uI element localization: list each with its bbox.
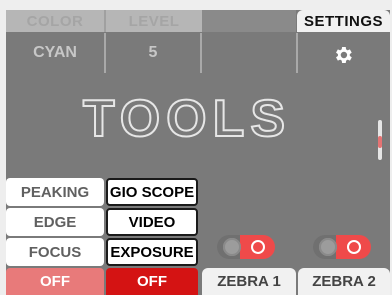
settings-header[interactable]: SETTINGS [297, 10, 390, 32]
scrollbar[interactable] [378, 120, 382, 160]
video-button[interactable]: VIDEO [106, 208, 198, 236]
zebra1-toggle[interactable] [217, 235, 275, 259]
edge-button[interactable]: EDGE [6, 208, 104, 236]
focus-state-button[interactable]: OFF [6, 268, 104, 295]
peaking-button[interactable]: PEAKING [6, 178, 104, 206]
toggle-on-indicator-icon [251, 240, 265, 254]
blank-header [202, 10, 296, 32]
gio-scope-button[interactable]: GIO SCOPE [106, 178, 198, 206]
toggle-on-indicator-icon [347, 240, 361, 254]
toggle-knob[interactable] [223, 238, 241, 256]
exposure-button[interactable]: EXPOSURE [106, 238, 198, 266]
tools-title-wrap: TOOLS [70, 89, 305, 149]
tools-title: TOOLS [83, 90, 291, 146]
scrollbar-thumb[interactable] [378, 136, 382, 148]
color-value[interactable]: CYAN [6, 33, 104, 73]
tools-screen: COLOR LEVEL SETTINGS CYAN 5 TOOLS PEAKIN… [0, 0, 392, 295]
level-header: LEVEL [104, 10, 202, 32]
zebra2-toggle[interactable] [313, 235, 371, 259]
exposure-state-button[interactable]: OFF [106, 268, 198, 295]
color-header: COLOR [6, 10, 104, 32]
gear-icon[interactable] [332, 44, 354, 66]
focus-button[interactable]: FOCUS [6, 238, 104, 266]
column-divider [200, 33, 202, 73]
column-divider [296, 33, 298, 73]
zebra2-label[interactable]: ZEBRA 2 [298, 268, 390, 295]
level-value[interactable]: 5 [106, 33, 200, 73]
zebra1-label[interactable]: ZEBRA 1 [202, 268, 296, 295]
toggle-knob[interactable] [319, 238, 337, 256]
